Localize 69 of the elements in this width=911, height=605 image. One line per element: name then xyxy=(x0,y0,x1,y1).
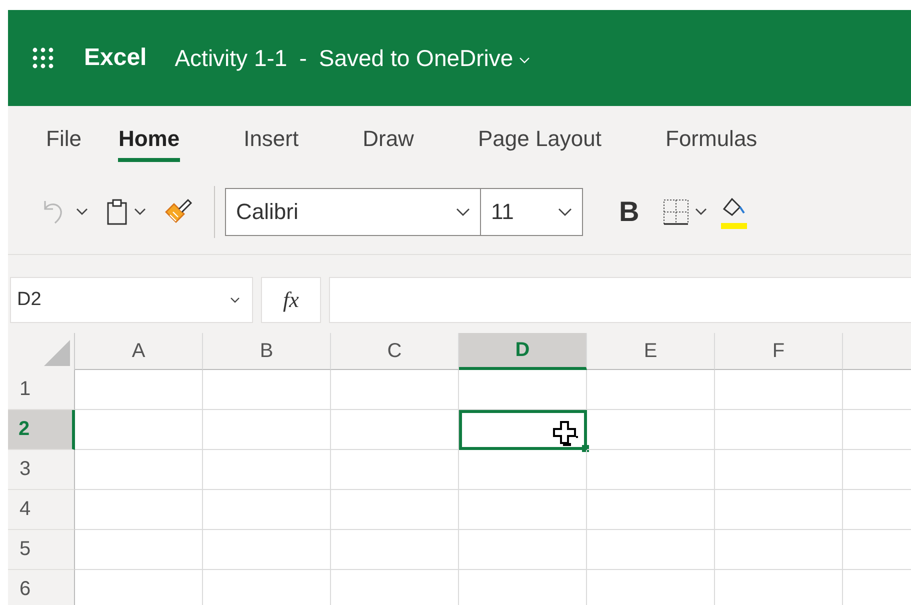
cell[interactable] xyxy=(331,450,459,490)
ribbon-tab[interactable]: Home xyxy=(118,118,180,162)
cell[interactable] xyxy=(75,410,203,450)
cell[interactable] xyxy=(331,490,459,530)
borders-icon[interactable] xyxy=(663,199,690,225)
title-separator: - xyxy=(299,44,307,72)
column-header[interactable]: F xyxy=(715,333,843,370)
row-header[interactable]: 3 xyxy=(8,450,75,490)
cell[interactable] xyxy=(459,530,587,570)
fill-color-icon[interactable] xyxy=(721,195,748,229)
cell[interactable] xyxy=(331,370,459,410)
chevron-down-icon[interactable] xyxy=(558,208,572,216)
caret-icon[interactable] xyxy=(134,208,146,216)
cell[interactable] xyxy=(587,490,715,530)
cell[interactable] xyxy=(75,490,203,530)
cell[interactable] xyxy=(203,530,331,570)
column-header[interactable]: D xyxy=(459,333,587,370)
ribbon-tab[interactable]: File xyxy=(46,118,82,162)
chevron-down-icon[interactable] xyxy=(456,208,470,216)
select-all-icon[interactable] xyxy=(44,340,70,366)
bold-button[interactable]: B xyxy=(619,196,640,228)
cell[interactable] xyxy=(203,410,331,450)
ribbon-tab[interactable]: Page Layout xyxy=(478,118,602,162)
chevron-down-icon[interactable] xyxy=(230,297,240,303)
active-cell[interactable] xyxy=(459,410,587,450)
column-header[interactable]: E xyxy=(587,333,715,370)
ribbon-tab[interactable]: Draw xyxy=(362,118,414,162)
row-header[interactable]: 2 xyxy=(8,410,75,450)
caret-icon[interactable] xyxy=(76,208,88,216)
cell[interactable] xyxy=(75,370,203,410)
insert-function-button[interactable]: fx xyxy=(261,277,321,323)
cell[interactable] xyxy=(459,450,587,490)
app-name[interactable]: Excel xyxy=(84,44,147,72)
cell[interactable] xyxy=(459,490,587,530)
cell[interactable] xyxy=(715,370,843,410)
cell[interactable] xyxy=(587,370,715,410)
row-header[interactable]: 4 xyxy=(8,490,75,530)
cell[interactable] xyxy=(203,490,331,530)
formula-input[interactable] xyxy=(329,277,911,323)
cell[interactable] xyxy=(715,410,843,450)
cell[interactable] xyxy=(459,370,587,410)
cell[interactable] xyxy=(587,450,715,490)
cell[interactable] xyxy=(75,530,203,570)
font-size-dropdown[interactable]: 11 xyxy=(481,188,583,236)
clipboard-icon[interactable] xyxy=(106,198,128,226)
column-header[interactable]: B xyxy=(203,333,331,370)
app-launcher-icon[interactable] xyxy=(32,47,54,69)
cell[interactable] xyxy=(331,530,459,570)
cell[interactable] xyxy=(75,450,203,490)
cursor-icon xyxy=(552,420,578,446)
cell[interactable] xyxy=(587,410,715,450)
ribbon-tab[interactable]: Insert xyxy=(244,118,299,162)
cell[interactable] xyxy=(587,530,715,570)
cell[interactable] xyxy=(715,530,843,570)
row-header[interactable]: 6 xyxy=(8,570,75,605)
row-header[interactable]: 5 xyxy=(8,530,75,570)
ribbon-tab[interactable]: Formulas xyxy=(666,118,758,162)
row-header[interactable]: 1 xyxy=(8,370,75,410)
cell[interactable] xyxy=(203,450,331,490)
document-title[interactable]: Activity 1-1 xyxy=(174,44,288,72)
cell[interactable] xyxy=(715,450,843,490)
save-status[interactable]: Saved to OneDrive xyxy=(318,44,514,72)
cell[interactable] xyxy=(715,490,843,530)
cell[interactable] xyxy=(331,410,459,450)
caret-icon[interactable] xyxy=(695,208,708,216)
cell[interactable] xyxy=(203,370,331,410)
font-name-dropdown[interactable]: Calibri xyxy=(225,188,481,236)
column-header[interactable]: A xyxy=(75,333,203,370)
name-box[interactable]: D2 xyxy=(10,277,253,323)
